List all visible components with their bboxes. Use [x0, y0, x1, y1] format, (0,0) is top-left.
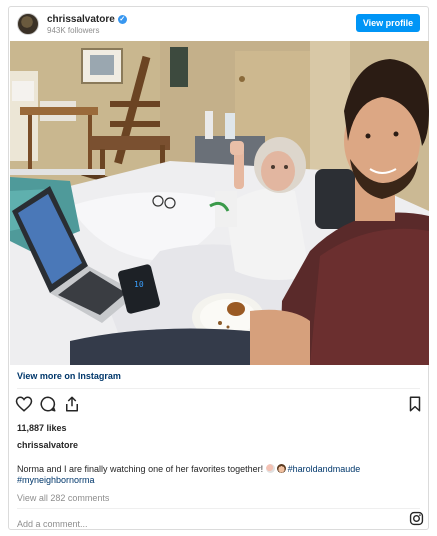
- followers-count: 943K followers: [47, 26, 100, 35]
- instagram-logo-icon[interactable]: [409, 511, 424, 526]
- likes-count[interactable]: 11,887 likes: [17, 423, 67, 433]
- username-link[interactable]: chrissalvatore: [47, 14, 115, 25]
- divider: [17, 508, 420, 509]
- post-header: chrissalvatore ✓ 943K followers View pro…: [9, 7, 428, 41]
- old-woman-emoji-icon: [265, 464, 275, 473]
- view-profile-button[interactable]: View profile: [356, 14, 420, 32]
- instagram-embed-card: chrissalvatore ✓ 943K followers View pro…: [8, 6, 429, 530]
- hashtag-link[interactable]: #myneighbornorma: [17, 475, 95, 485]
- view-more-link[interactable]: View more on Instagram: [17, 371, 121, 381]
- caption: Norma and I are finally watching one of …: [17, 464, 413, 486]
- heart-icon[interactable]: [15, 395, 33, 413]
- comment-icon[interactable]: [39, 395, 57, 413]
- verified-badge-icon: ✓: [117, 14, 127, 24]
- svg-text:10: 10: [134, 280, 144, 289]
- hashtag-link[interactable]: #haroldandmaude: [288, 464, 361, 474]
- add-comment-input[interactable]: Add a comment...: [17, 519, 88, 529]
- bookmark-icon[interactable]: [406, 395, 424, 413]
- caption-text: Norma and I are finally watching one of …: [17, 464, 264, 474]
- man-emoji-icon: [276, 464, 286, 473]
- username-row: chrissalvatore ✓: [47, 13, 127, 25]
- action-bar: [9, 393, 428, 415]
- post-photo-graphic: 10: [10, 41, 429, 365]
- avatar[interactable]: [17, 13, 39, 35]
- divider: [17, 388, 420, 389]
- post-photo[interactable]: 10: [10, 41, 429, 365]
- share-icon[interactable]: [63, 395, 81, 413]
- view-all-comments-link[interactable]: View all 282 comments: [17, 493, 109, 503]
- caption-username[interactable]: chrissalvatore: [17, 440, 78, 450]
